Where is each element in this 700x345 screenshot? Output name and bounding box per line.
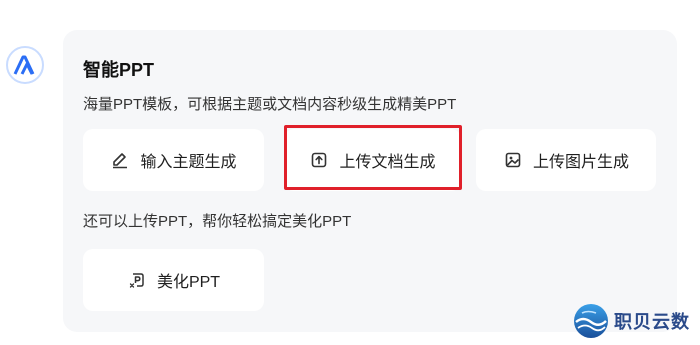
ppt-beautify-icon	[127, 270, 147, 290]
globe-logo-icon	[574, 304, 608, 338]
beautify-description: 还可以上传PPT，帮你轻松搞定美化PPT	[83, 213, 352, 230]
upload-file-icon	[309, 150, 329, 170]
assistant-avatar	[6, 46, 44, 84]
smart-ppt-card: 智能PPT 海量PPT模板，可根据主题或文档内容秒级生成精美PPT 输入主题生成…	[63, 30, 677, 332]
beautify-ppt-button[interactable]: 美化PPT	[83, 249, 264, 311]
card-title: 智能PPT	[83, 60, 155, 80]
card-description: 海量PPT模板，可根据主题或文档内容秒级生成精美PPT	[83, 96, 457, 113]
input-topic-generate-label: 输入主题生成	[140, 154, 237, 171]
watermark: 职贝云数	[572, 302, 690, 340]
upload-image-generate-button[interactable]: 上传图片生成	[476, 129, 656, 191]
image-icon	[503, 150, 523, 170]
upload-document-generate-label: 上传文档生成	[339, 154, 436, 171]
input-topic-generate-button[interactable]: 输入主题生成	[83, 129, 264, 191]
watermark-text: 职贝云数	[614, 312, 690, 332]
beautify-ppt-label: 美化PPT	[156, 274, 221, 291]
upload-document-generate-button[interactable]: 上传文档生成	[284, 129, 461, 191]
ai-logo-icon	[13, 55, 35, 75]
pen-icon	[110, 150, 130, 170]
upload-image-generate-label: 上传图片生成	[532, 154, 629, 171]
